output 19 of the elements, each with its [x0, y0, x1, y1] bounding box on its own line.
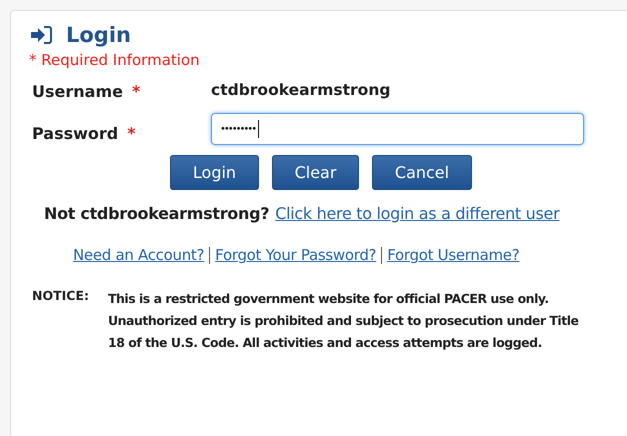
- required-mark: *: [127, 124, 136, 142]
- account-link[interactable]: Need an Account?: [73, 246, 204, 264]
- required-note: * Required Information: [29, 51, 201, 69]
- different-user-link[interactable]: Click here to login as a different user: [275, 204, 560, 223]
- sign-in-icon: [30, 26, 52, 44]
- notice-label: NOTICE:: [32, 288, 90, 305]
- form-button[interactable]: Cancel: [372, 155, 472, 190]
- form-button[interactable]: Login: [170, 155, 259, 190]
- required-mark: *: [132, 82, 140, 100]
- not-user-text: Not ctdbrookearmstrong?: [44, 204, 270, 223]
- notice-text: This is a restricted government website for official PACER use only. Unauthorized entry is prohibited and subject to prosecution under Title 18 of the U.S. Code. All activities and access attempts are logged.: [108, 290, 580, 352]
- password-field[interactable]: •••••••••: [211, 113, 584, 145]
- login-title: Login: [66, 23, 131, 47]
- account-link[interactable]: Forgot Your Password?: [215, 246, 376, 264]
- form-button[interactable]: Clear: [272, 155, 359, 190]
- username-value: ctdbrookearmstrong: [211, 80, 390, 101]
- field-label: Username: [32, 82, 123, 100]
- field-label: Password: [32, 124, 118, 142]
- account-link[interactable]: Forgot Username?: [387, 246, 520, 264]
